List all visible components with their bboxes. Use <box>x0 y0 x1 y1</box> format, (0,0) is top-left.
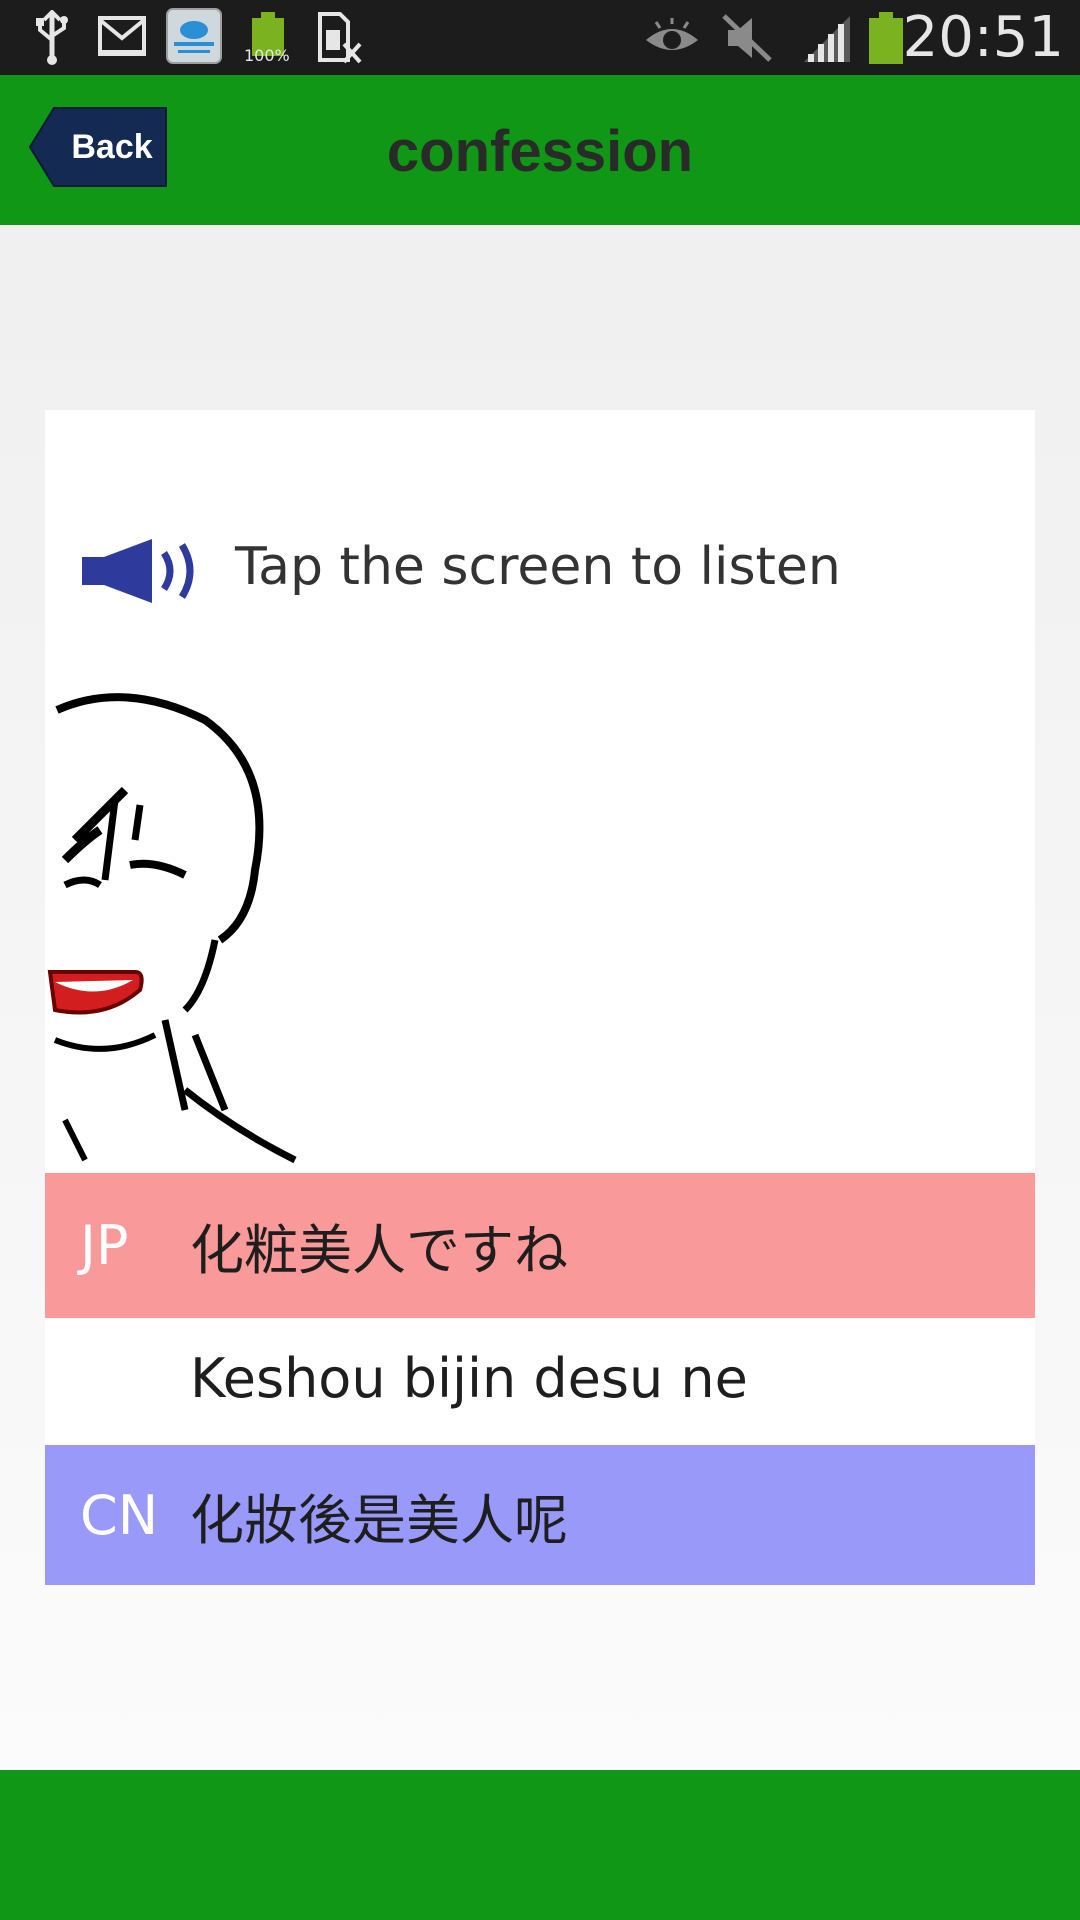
battery-percent-label: 100% <box>244 46 290 65</box>
eye-icon <box>644 16 700 64</box>
mute-icon <box>722 12 774 68</box>
romaji-text: Keshou bijin desu ne <box>190 1346 748 1410</box>
clock: 20:51 <box>902 5 1064 70</box>
chinese-row: CN 化妝後是美人呢 <box>45 1445 1035 1585</box>
gmail-icon <box>98 14 146 62</box>
signal-icon <box>802 14 852 68</box>
phrase-card[interactable]: Tap the screen to listen JP 化粧美人ですね Kesh… <box>45 410 1035 1585</box>
tap-to-listen-hint: Tap the screen to listen <box>235 537 841 597</box>
japanese-row: JP 化粧美人ですね <box>45 1173 1035 1318</box>
status-bar: 100% 20:51 <box>0 0 1080 75</box>
speaker-portrait-illustration <box>45 690 345 1174</box>
battery-icon <box>866 10 906 70</box>
bottom-bar <box>0 1770 1080 1920</box>
chinese-text: 化妝後是美人呢 <box>190 1488 568 1552</box>
speaker-icon <box>80 535 220 611</box>
usb-icon <box>32 9 72 70</box>
sim-blocked-icon <box>316 12 362 68</box>
jp-tag: JP <box>80 1214 129 1277</box>
romaji-row: Keshou bijin desu ne <box>45 1318 1035 1438</box>
japanese-text: 化粧美人ですね <box>190 1219 568 1282</box>
cloud-testing-app-icon <box>166 8 222 68</box>
cn-tag: CN <box>80 1483 159 1547</box>
page-title: confession <box>386 119 694 184</box>
